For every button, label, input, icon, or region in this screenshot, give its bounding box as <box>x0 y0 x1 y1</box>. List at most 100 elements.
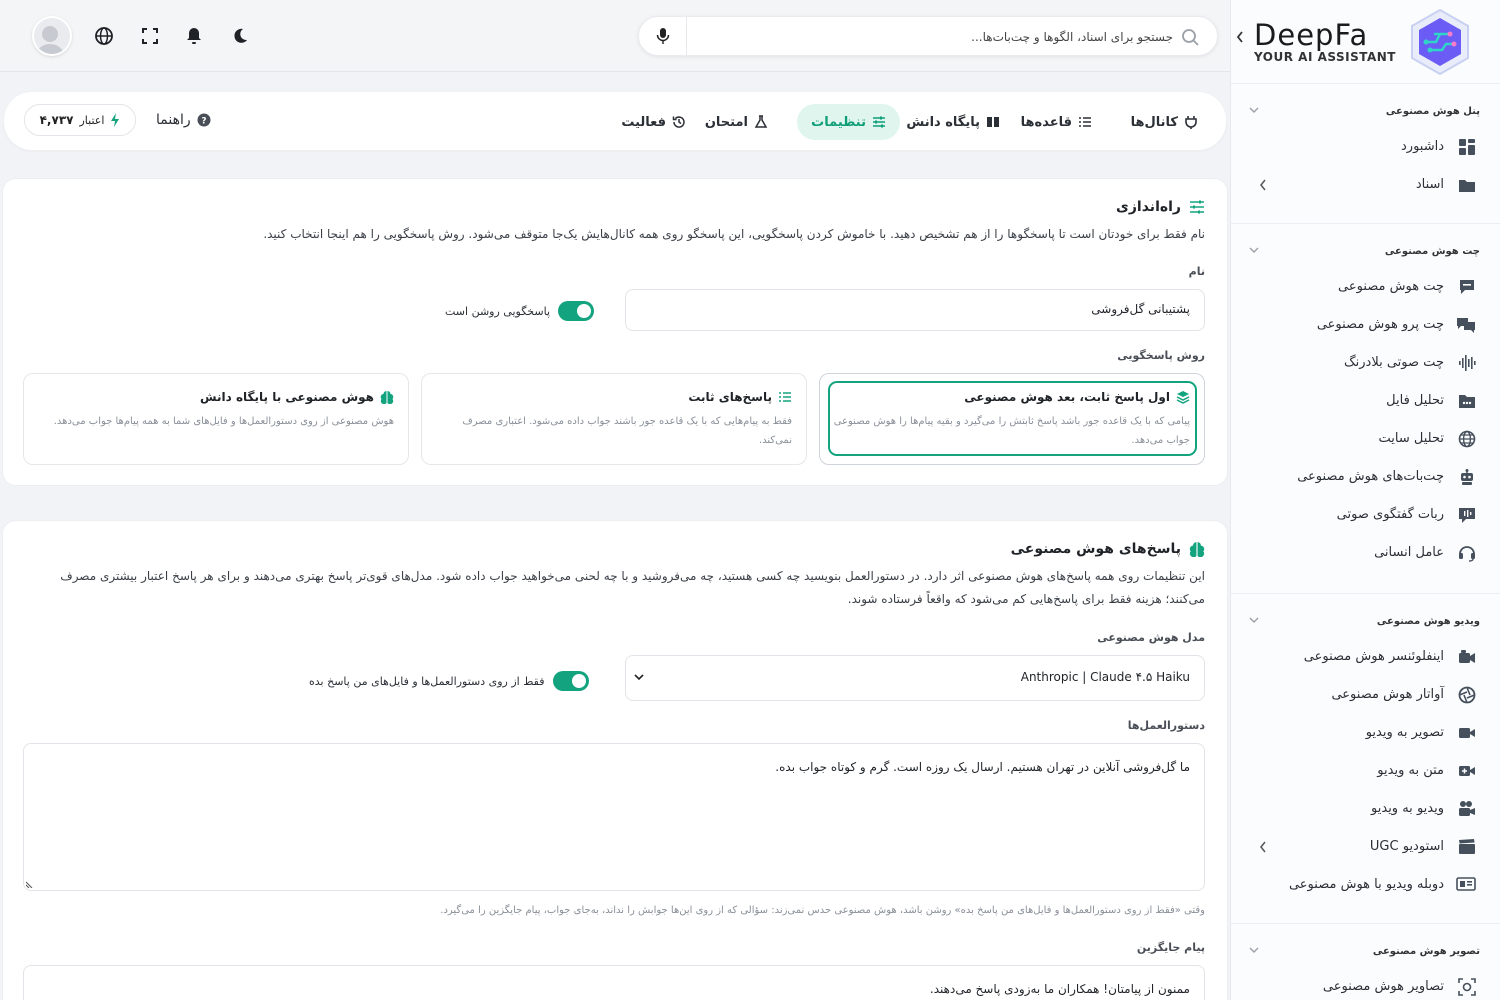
tab-test[interactable]: امتحان <box>691 104 782 140</box>
mode-title: هوش مصنوعی با پایگاه دانش <box>200 390 394 404</box>
sidebar-item-image-to-video[interactable]: تصویر به ویدیو <box>1231 714 1500 752</box>
help-label: راهنما <box>156 112 191 128</box>
tab-activity[interactable]: فعالیت <box>607 104 700 140</box>
resize-handle-icon[interactable] <box>26 880 34 888</box>
model-select[interactable]: Anthropic | Claude ۴.۵ Haiku <box>625 655 1205 701</box>
search-input[interactable] <box>713 23 1173 51</box>
sidebar-item-label: دوبله ویدیو با هوش مصنوعی <box>1288 877 1444 892</box>
sidebar-section-header[interactable]: ویدیو هوش مصنوعی <box>1231 608 1500 638</box>
search-bar <box>638 16 1218 56</box>
fullscreen-icon[interactable] <box>140 26 160 46</box>
chat-icon <box>1458 278 1476 296</box>
mode-title: پاسخ‌های ثابت <box>688 390 792 404</box>
sidebar-section-title: چت هوش مصنوعی <box>1384 246 1480 257</box>
mode-option-fixed-replies[interactable]: پاسخ‌های ثابت فقط به پیام‌هایی که با یک … <box>421 373 807 465</box>
history-icon <box>672 116 685 128</box>
name-field[interactable]: پشتیبانی گل‌فروشی <box>625 289 1205 331</box>
headset-icon <box>1458 544 1476 562</box>
sidebar-item-ai-dubbing[interactable]: دوبله ویدیو با هوش مصنوعی <box>1231 866 1500 904</box>
chevron-left-icon <box>1259 179 1267 191</box>
avatar[interactable] <box>32 16 72 56</box>
microphone-icon <box>656 28 669 44</box>
sidebar-section-ai-image: تصویر هوش مصنوعی تصاویر هوش مصنوعی <box>1231 924 1500 1000</box>
tab-label: امتحان <box>704 114 748 130</box>
instructions-value: ما گل‌فروشی آنلاین در تهران هستیم. ارسال… <box>775 760 1190 774</box>
sidebar: DeepFa YOUR AI ASSISTANT پنل هوش مصنوعی … <box>1230 0 1500 1000</box>
sidebar-section-header[interactable]: پنل هوش مصنوعی <box>1231 98 1500 128</box>
sidebar-item-ai-avatar[interactable]: آواتار هوش مصنوعی <box>1231 676 1500 714</box>
model-select-value: Anthropic | Claude ۴.۵ Haiku <box>1020 670 1190 684</box>
sidebar-item-file-analysis[interactable]: تحلیل فایل <box>1231 382 1500 420</box>
credit-label: اعتبار <box>79 113 105 127</box>
sidebar-item-label: چت پرو هوش مصنوعی <box>1316 317 1444 332</box>
tab-rules[interactable]: قاعده‌ها <box>1007 104 1106 140</box>
layers-icon <box>1176 391 1190 404</box>
sidebar-item-text-to-video[interactable]: متن به ویدیو <box>1231 752 1500 790</box>
sidebar-collapse-button[interactable] <box>1231 26 1251 48</box>
search-icon <box>1181 28 1199 46</box>
mode-option-ai-knowledge[interactable]: هوش مصنوعی با پایگاه دانش هوش مصنوعی از … <box>23 373 409 465</box>
sidebar-section-header[interactable]: چت هوش مصنوعی <box>1231 238 1500 268</box>
sidebar-item-ai-chat[interactable]: چت هوش مصنوعی <box>1231 268 1500 306</box>
mode-description: پیامی که با یک قاعده جور باشد پاسخ ثابتش… <box>833 416 1190 446</box>
mode-title-text: پاسخ‌های ثابت <box>688 390 772 404</box>
sidebar-item-ai-chatbots[interactable]: چت‌بات‌های هوش مصنوعی <box>1231 458 1500 496</box>
only-my-content-toggle[interactable] <box>552 671 589 691</box>
dub-icon <box>1456 876 1476 894</box>
sidebar-item-ugc-studio[interactable]: استودیو UGC <box>1231 828 1500 866</box>
sidebar-section-ai-video: ویدیو هوش مصنوعی اینفلوئنسر هوش مصنوعی آ… <box>1231 594 1500 924</box>
sidebar-item-realtime-voice[interactable]: چت صوتی بلادرنگ <box>1231 344 1500 382</box>
voice-bot-icon <box>1458 506 1476 524</box>
mode-option-fixed-then-ai[interactable]: اول پاسخ ثابت، بعد هوش مصنوعی پیامی که ب… <box>819 373 1205 465</box>
video-video-icon <box>1458 800 1476 818</box>
sidebar-section-title: ویدیو هوش مصنوعی <box>1376 616 1480 627</box>
setup-description: نام فقط برای خودتان است تا پاسخگوها را ا… <box>263 227 1205 241</box>
sidebar-item-site-analysis[interactable]: تحلیل سایت <box>1231 420 1500 458</box>
tab-knowledge-base[interactable]: پایگاه دانش <box>892 104 1014 140</box>
tabs-bar: کانال‌ها قاعده‌ها پایگاه دانش تنظیمات ام… <box>4 92 1226 150</box>
sidebar-item-voice-bot[interactable]: ربات گفتگوی صوتی <box>1231 496 1500 534</box>
sidebar-item-human-agent[interactable]: عامل انسانی <box>1231 534 1500 572</box>
ai-description-line-1: این تنظیمات روی همه پاسخ‌های هوش مصنوعی … <box>60 569 1205 583</box>
sidebar-item-label: ویدیو به ویدیو <box>1371 801 1444 816</box>
setup-title-text: راه‌اندازی <box>1116 199 1181 215</box>
microphone-button[interactable] <box>639 17 687 55</box>
ai-responses-description: این تنظیمات روی همه پاسخ‌های هوش مصنوعی … <box>25 565 1205 611</box>
lightning-icon <box>111 113 120 127</box>
sidebar-item-documents[interactable]: اسناد <box>1231 166 1500 204</box>
mode-title: اول پاسخ ثابت، بعد هوش مصنوعی <box>964 390 1190 404</box>
sidebar-item-label: چت صوتی بلادرنگ <box>1344 355 1444 370</box>
sidebar-section-ai-panel: پنل هوش مصنوعی داشبورد اسناد <box>1231 84 1500 224</box>
responder-toggle[interactable] <box>558 301 594 321</box>
help-link[interactable]: ? راهنما <box>156 112 211 128</box>
mode-title-text: هوش مصنوعی با پایگاه دانش <box>200 390 374 404</box>
tab-channels[interactable]: کانال‌ها <box>1117 104 1212 140</box>
language-globe-icon[interactable] <box>94 26 114 46</box>
svg-text:?: ? <box>201 117 206 127</box>
top-bar <box>0 0 1230 72</box>
sidebar-item-label: عامل انسانی <box>1374 545 1444 560</box>
sidebar-item-label: ربات گفتگوی صوتی <box>1336 507 1444 522</box>
sidebar-item-dashboard[interactable]: داشبورد <box>1231 128 1500 166</box>
dark-mode-icon[interactable] <box>230 26 250 46</box>
sidebar-item-label: اینفلوئنسر هوش مصنوعی <box>1303 649 1444 664</box>
instructions-hint: وقتی «فقط از روی دستورالعمل‌ها و فایل‌ها… <box>440 905 1205 916</box>
instructions-textarea[interactable]: ما گل‌فروشی آنلاین در تهران هستیم. ارسال… <box>23 743 1205 891</box>
fallback-message-field[interactable]: ممنون از پیامتان! همکاران ما به‌زودی پاس… <box>23 965 1205 1000</box>
sidebar-item-label: اسناد <box>1415 177 1444 192</box>
sidebar-item-ai-chat-pro[interactable]: چت پرو هوش مصنوعی <box>1231 306 1500 344</box>
sidebar-item-label: تحلیل سایت <box>1378 431 1444 446</box>
text-video-icon <box>1458 762 1476 780</box>
fallback-label: پیام جایگزین <box>1136 941 1205 954</box>
credit-badge[interactable]: اعتبار ۴,۷۳۷ <box>24 104 136 136</box>
sidebar-item-ai-images[interactable]: تصاویر هوش مصنوعی <box>1231 968 1500 1000</box>
tab-settings[interactable]: تنظیمات <box>797 104 900 140</box>
sidebar-item-ai-influencer[interactable]: اینفلوئنسر هوش مصنوعی <box>1231 638 1500 676</box>
sidebar-item-video-to-video[interactable]: ویدیو به ویدیو <box>1231 790 1500 828</box>
bell-icon[interactable] <box>184 26 204 46</box>
brand[interactable]: DeepFa YOUR AI ASSISTANT <box>1231 0 1500 84</box>
sidebar-item-label: استودیو UGC <box>1369 839 1444 854</box>
sliders-icon <box>1190 200 1204 214</box>
sidebar-section-header[interactable]: تصویر هوش مصنوعی <box>1231 938 1500 968</box>
brain-icon <box>1189 542 1205 557</box>
